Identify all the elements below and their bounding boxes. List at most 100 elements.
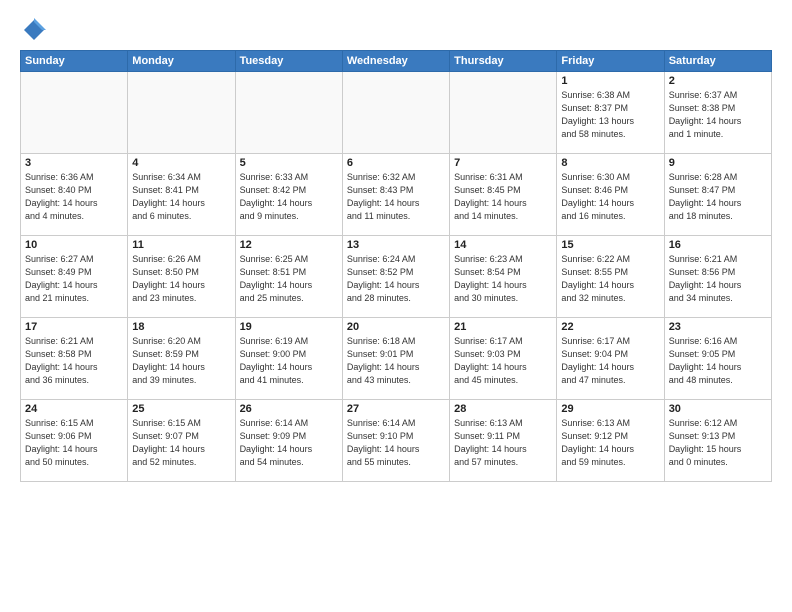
day-info: Sunrise: 6:31 AM Sunset: 8:45 PM Dayligh… [454,171,552,223]
day-number: 24 [25,403,123,415]
day-number: 4 [132,157,230,169]
calendar-cell: 30Sunrise: 6:12 AM Sunset: 9:13 PM Dayli… [664,400,771,482]
day-info: Sunrise: 6:15 AM Sunset: 9:07 PM Dayligh… [132,417,230,469]
calendar-cell: 28Sunrise: 6:13 AM Sunset: 9:11 PM Dayli… [450,400,557,482]
logo [20,16,52,44]
calendar-cell: 9 Sunrise: 6:28 AM Sunset: 8:47 PM Daylig… [664,154,771,236]
day-number: 14 [454,239,552,251]
calendar-cell: 13Sunrise: 6:24 AM Sunset: 8:52 PM Dayli… [342,236,449,318]
calendar-cell [128,72,235,154]
day-info: Sunrise: 6:25 AM Sunset: 8:51 PM Dayligh… [240,253,338,305]
day-info: Sunrise: 6:32 AM Sunset: 8:43 PM Dayligh… [347,171,445,223]
day-info: Sunrise: 6:33 AM Sunset: 8:42 PM Dayligh… [240,171,338,223]
day-info: Sunrise: 6:14 AM Sunset: 9:09 PM Dayligh… [240,417,338,469]
weekday-header-saturday: Saturday [664,51,771,72]
week-row-5: 24 Sunrise: 6:15 AM Sunset: 9:06 PM Dayli… [21,400,772,482]
day-info: Sunrise: 6:15 AM Sunset: 9:06 PM Dayligh… [25,417,123,469]
calendar-cell: 23 Sunrise: 6:16 AM Sunset: 9:05 PM Dayli… [664,318,771,400]
weekday-header-tuesday: Tuesday [235,51,342,72]
day-number: 17 [25,321,123,333]
day-number: 26 [240,403,338,415]
calendar-cell: 8 Sunrise: 6:30 AM Sunset: 8:46 PM Daylig… [557,154,664,236]
day-number: 9 [669,157,767,169]
calendar-cell: 19Sunrise: 6:19 AM Sunset: 9:00 PM Dayli… [235,318,342,400]
day-number: 18 [132,321,230,333]
calendar-cell [450,72,557,154]
calendar-cell: 5Sunrise: 6:33 AM Sunset: 8:42 PM Daylig… [235,154,342,236]
day-info: Sunrise: 6:17 AM Sunset: 9:04 PM Dayligh… [561,335,659,387]
day-info: Sunrise: 6:21 AM Sunset: 8:56 PM Dayligh… [669,253,767,305]
calendar-cell: 2 Sunrise: 6:37 AM Sunset: 8:38 PM Daylig… [664,72,771,154]
day-info: Sunrise: 6:24 AM Sunset: 8:52 PM Dayligh… [347,253,445,305]
calendar-cell: 16 Sunrise: 6:21 AM Sunset: 8:56 PM Dayli… [664,236,771,318]
calendar-cell: 11Sunrise: 6:26 AM Sunset: 8:50 PM Dayli… [128,236,235,318]
day-number: 25 [132,403,230,415]
day-number: 23 [669,321,767,333]
calendar-cell: 22 Sunrise: 6:17 AM Sunset: 9:04 PM Dayli… [557,318,664,400]
day-number: 11 [132,239,230,251]
day-number: 27 [347,403,445,415]
weekday-header-thursday: Thursday [450,51,557,72]
calendar-cell: 14 Sunrise: 6:23 AM Sunset: 8:54 PM Dayli… [450,236,557,318]
calendar-cell [21,72,128,154]
calendar-cell [235,72,342,154]
week-row-2: 3Sunrise: 6:36 AM Sunset: 8:40 PM Daylig… [21,154,772,236]
day-number: 20 [347,321,445,333]
page: SundayMondayTuesdayWednesdayThursdayFrid… [0,0,792,612]
day-info: Sunrise: 6:20 AM Sunset: 8:59 PM Dayligh… [132,335,230,387]
day-info: Sunrise: 6:34 AM Sunset: 8:41 PM Dayligh… [132,171,230,223]
day-number: 10 [25,239,123,251]
calendar-cell: 21 Sunrise: 6:17 AM Sunset: 9:03 PM Dayli… [450,318,557,400]
day-number: 7 [454,157,552,169]
weekday-header-monday: Monday [128,51,235,72]
week-row-3: 10 Sunrise: 6:27 AM Sunset: 8:49 PM Dayli… [21,236,772,318]
calendar-cell: 17 Sunrise: 6:21 AM Sunset: 8:58 PM Dayli… [21,318,128,400]
day-info: Sunrise: 6:27 AM Sunset: 8:49 PM Dayligh… [25,253,123,305]
calendar-cell [342,72,449,154]
day-info: Sunrise: 6:16 AM Sunset: 9:05 PM Dayligh… [669,335,767,387]
day-info: Sunrise: 6:38 AM Sunset: 8:37 PM Dayligh… [561,89,659,141]
day-number: 16 [669,239,767,251]
weekday-header-friday: Friday [557,51,664,72]
day-number: 2 [669,75,767,87]
calendar-cell: 29 Sunrise: 6:13 AM Sunset: 9:12 PM Dayli… [557,400,664,482]
day-number: 15 [561,239,659,251]
day-number: 29 [561,403,659,415]
day-info: Sunrise: 6:23 AM Sunset: 8:54 PM Dayligh… [454,253,552,305]
calendar-cell: 26 Sunrise: 6:14 AM Sunset: 9:09 PM Dayli… [235,400,342,482]
day-number: 1 [561,75,659,87]
calendar-cell: 3Sunrise: 6:36 AM Sunset: 8:40 PM Daylig… [21,154,128,236]
day-info: Sunrise: 6:13 AM Sunset: 9:12 PM Dayligh… [561,417,659,469]
calendar-cell: 18 Sunrise: 6:20 AM Sunset: 8:59 PM Dayli… [128,318,235,400]
day-info: Sunrise: 6:12 AM Sunset: 9:13 PM Dayligh… [669,417,767,469]
calendar-cell: 24 Sunrise: 6:15 AM Sunset: 9:06 PM Dayli… [21,400,128,482]
calendar-table: SundayMondayTuesdayWednesdayThursdayFrid… [20,50,772,482]
day-info: Sunrise: 6:37 AM Sunset: 8:38 PM Dayligh… [669,89,767,141]
day-number: 12 [240,239,338,251]
header [20,16,772,44]
day-number: 28 [454,403,552,415]
day-number: 21 [454,321,552,333]
calendar-cell: 20 Sunrise: 6:18 AM Sunset: 9:01 PM Dayli… [342,318,449,400]
calendar-cell: 4 Sunrise: 6:34 AM Sunset: 8:41 PM Daylig… [128,154,235,236]
day-info: Sunrise: 6:30 AM Sunset: 8:46 PM Dayligh… [561,171,659,223]
calendar-cell: 25 Sunrise: 6:15 AM Sunset: 9:07 PM Dayli… [128,400,235,482]
weekday-header-row: SundayMondayTuesdayWednesdayThursdayFrid… [21,51,772,72]
day-info: Sunrise: 6:18 AM Sunset: 9:01 PM Dayligh… [347,335,445,387]
week-row-4: 17 Sunrise: 6:21 AM Sunset: 8:58 PM Dayli… [21,318,772,400]
day-number: 22 [561,321,659,333]
day-info: Sunrise: 6:28 AM Sunset: 8:47 PM Dayligh… [669,171,767,223]
calendar-cell: 1 Sunrise: 6:38 AM Sunset: 8:37 PM Daylig… [557,72,664,154]
logo-icon [20,16,48,44]
day-number: 6 [347,157,445,169]
week-row-1: 1 Sunrise: 6:38 AM Sunset: 8:37 PM Daylig… [21,72,772,154]
day-info: Sunrise: 6:21 AM Sunset: 8:58 PM Dayligh… [25,335,123,387]
calendar-cell: 12 Sunrise: 6:25 AM Sunset: 8:51 PM Dayli… [235,236,342,318]
day-number: 3 [25,157,123,169]
day-number: 8 [561,157,659,169]
calendar-cell: 27 Sunrise: 6:14 AM Sunset: 9:10 PM Dayli… [342,400,449,482]
day-info: Sunrise: 6:14 AM Sunset: 9:10 PM Dayligh… [347,417,445,469]
calendar-cell: 10 Sunrise: 6:27 AM Sunset: 8:49 PM Dayli… [21,236,128,318]
day-info: Sunrise: 6:22 AM Sunset: 8:55 PM Dayligh… [561,253,659,305]
day-info: Sunrise: 6:17 AM Sunset: 9:03 PM Dayligh… [454,335,552,387]
